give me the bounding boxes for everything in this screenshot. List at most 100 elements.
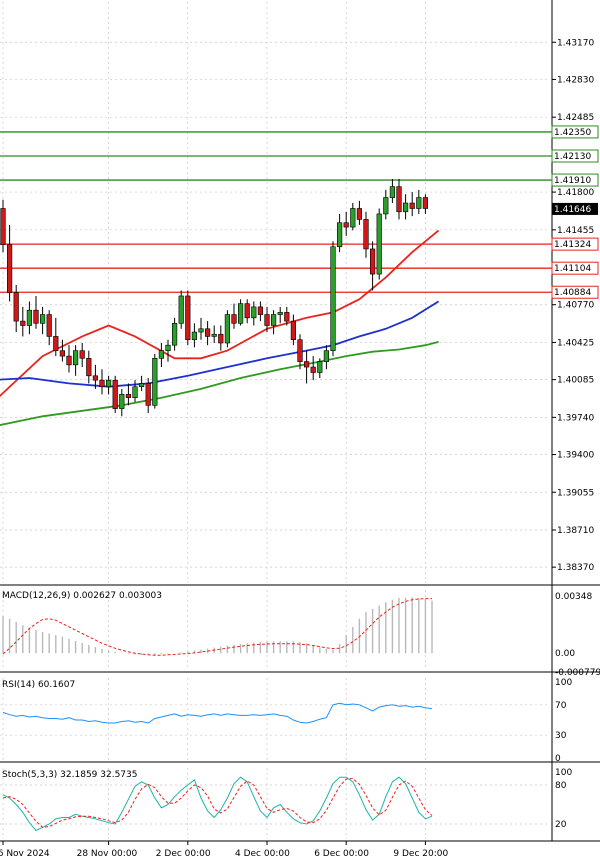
candle-8 — [53, 317, 59, 357]
candle-body-8 — [53, 336, 59, 351]
stoch-tick-2: 20 — [555, 820, 567, 830]
rsi-tick-1: 70 — [555, 701, 567, 711]
candle-55 — [363, 211, 369, 258]
candle-body-57 — [376, 213, 382, 275]
candle-24 — [158, 342, 165, 368]
macd-tick-1: 0.00 — [555, 649, 575, 659]
candle-53 — [350, 203, 356, 231]
candle-body-27 — [178, 295, 184, 324]
candle-body-51 — [336, 222, 343, 248]
candle-body-53 — [350, 208, 356, 228]
candle-46 — [303, 350, 310, 384]
candle-4 — [26, 301, 33, 335]
candle-26 — [172, 317, 178, 351]
candle-body-54 — [356, 208, 363, 220]
stoch-pane: Stoch(5,3,3) 32.1859 32.5735 100 80 20 — [0, 768, 572, 832]
candle-body-60 — [396, 186, 402, 213]
candle-60 — [396, 178, 402, 220]
candle-64 — [422, 194, 429, 214]
candle-body-6 — [39, 314, 46, 324]
candle-body-16 — [106, 379, 112, 388]
stoch-d-line — [2, 777, 433, 828]
candle-21 — [139, 375, 145, 392]
macd-pane: MACD(12,26,9) 0.002627 0.003003 0.00348 0.… — [2, 591, 600, 678]
candle-20 — [132, 380, 138, 403]
time-axis: 26 Nov 2024 28 Nov 00:00 2 Dec 00:00 4 Dec … — [0, 841, 448, 859]
price-tick-label-5: 1.40770 — [557, 301, 594, 311]
time-label-1: 28 Nov 00:00 — [77, 849, 138, 858]
candle-37 — [244, 299, 250, 324]
candle-19 — [125, 383, 131, 406]
candle-body-19 — [125, 394, 131, 398]
candle-body-33 — [218, 333, 224, 344]
level-label-0: 1.42350 — [554, 128, 591, 138]
time-label-2: 2 Dec 00:00 — [156, 849, 211, 858]
candle-body-9 — [59, 350, 65, 357]
candle-body-0 — [0, 208, 6, 245]
candle-body-18 — [119, 394, 125, 409]
candle-body-39 — [257, 306, 264, 315]
candle-34 — [224, 310, 231, 348]
candle-body-28 — [185, 295, 191, 341]
candle-body-20 — [132, 386, 138, 398]
price-tick-label-6: 1.40425 — [557, 338, 594, 348]
candle-body-47 — [310, 366, 316, 373]
rsi-tick-0: 100 — [555, 678, 572, 688]
candle-61 — [402, 194, 409, 220]
candle-body-1 — [7, 244, 13, 293]
candle-5 — [33, 295, 39, 329]
current-price-label: 1.41646 — [554, 205, 591, 215]
macd-tick-0: 0.00348 — [555, 592, 592, 602]
candle-body-31 — [205, 328, 211, 337]
candle-body-4 — [26, 309, 33, 326]
candle-body-45 — [297, 339, 303, 362]
candle-body-61 — [402, 202, 409, 213]
candle-body-43 — [284, 312, 290, 322]
trading-chart: 1.43170 1.42830 1.42485 1.41800 1.41455 1.407… — [0, 0, 600, 859]
candle-9 — [59, 339, 65, 362]
candle-body-26 — [172, 323, 178, 346]
candle-body-38 — [251, 306, 257, 319]
candle-body-62 — [409, 202, 415, 209]
candle-body-7 — [46, 314, 52, 337]
candle-body-30 — [198, 328, 204, 333]
candle-6 — [39, 306, 46, 335]
price-tick-label-1: 1.42830 — [557, 75, 594, 85]
candle-body-52 — [343, 222, 349, 228]
candle-body-25 — [165, 344, 171, 351]
candle-54 — [356, 200, 363, 225]
candle-39 — [257, 301, 264, 322]
candle-body-48 — [317, 361, 323, 373]
candle-body-37 — [244, 303, 250, 319]
candle-3 — [20, 306, 26, 337]
candle-23 — [152, 353, 158, 409]
candle-50 — [330, 241, 336, 357]
candle-56 — [369, 241, 376, 291]
price-tick-label-0: 1.43170 — [557, 38, 594, 48]
candle-52 — [343, 211, 349, 236]
stoch-tick-1: 80 — [555, 781, 567, 791]
candle-28 — [185, 290, 191, 346]
candle-13 — [86, 350, 92, 384]
price-tick-label-10: 1.39055 — [557, 488, 594, 498]
candle-25 — [165, 339, 171, 362]
candle-body-10 — [66, 355, 72, 366]
candle-51 — [336, 213, 343, 253]
stoch-k-line — [2, 776, 433, 832]
candle-45 — [297, 334, 303, 370]
candle-16 — [106, 375, 112, 395]
candle-body-34 — [224, 314, 231, 344]
level-label-3: 1.41324 — [554, 240, 591, 250]
candle-body-14 — [92, 375, 98, 381]
candle-body-46 — [303, 361, 310, 368]
candle-63 — [416, 189, 422, 214]
candle-body-59 — [389, 186, 396, 198]
rsi-tick-3: 0 — [555, 754, 561, 764]
candle-41 — [270, 310, 277, 335]
candle-body-44 — [290, 320, 297, 341]
price-tick-label-9: 1.39400 — [557, 451, 594, 461]
candle-body-22 — [145, 383, 151, 406]
candle-10 — [66, 345, 72, 373]
candle-body-42 — [277, 312, 283, 315]
horizontal-levels: 1.42350 1.42130 1.41910 1.41324 1.41104 1.408… — [0, 125, 599, 299]
